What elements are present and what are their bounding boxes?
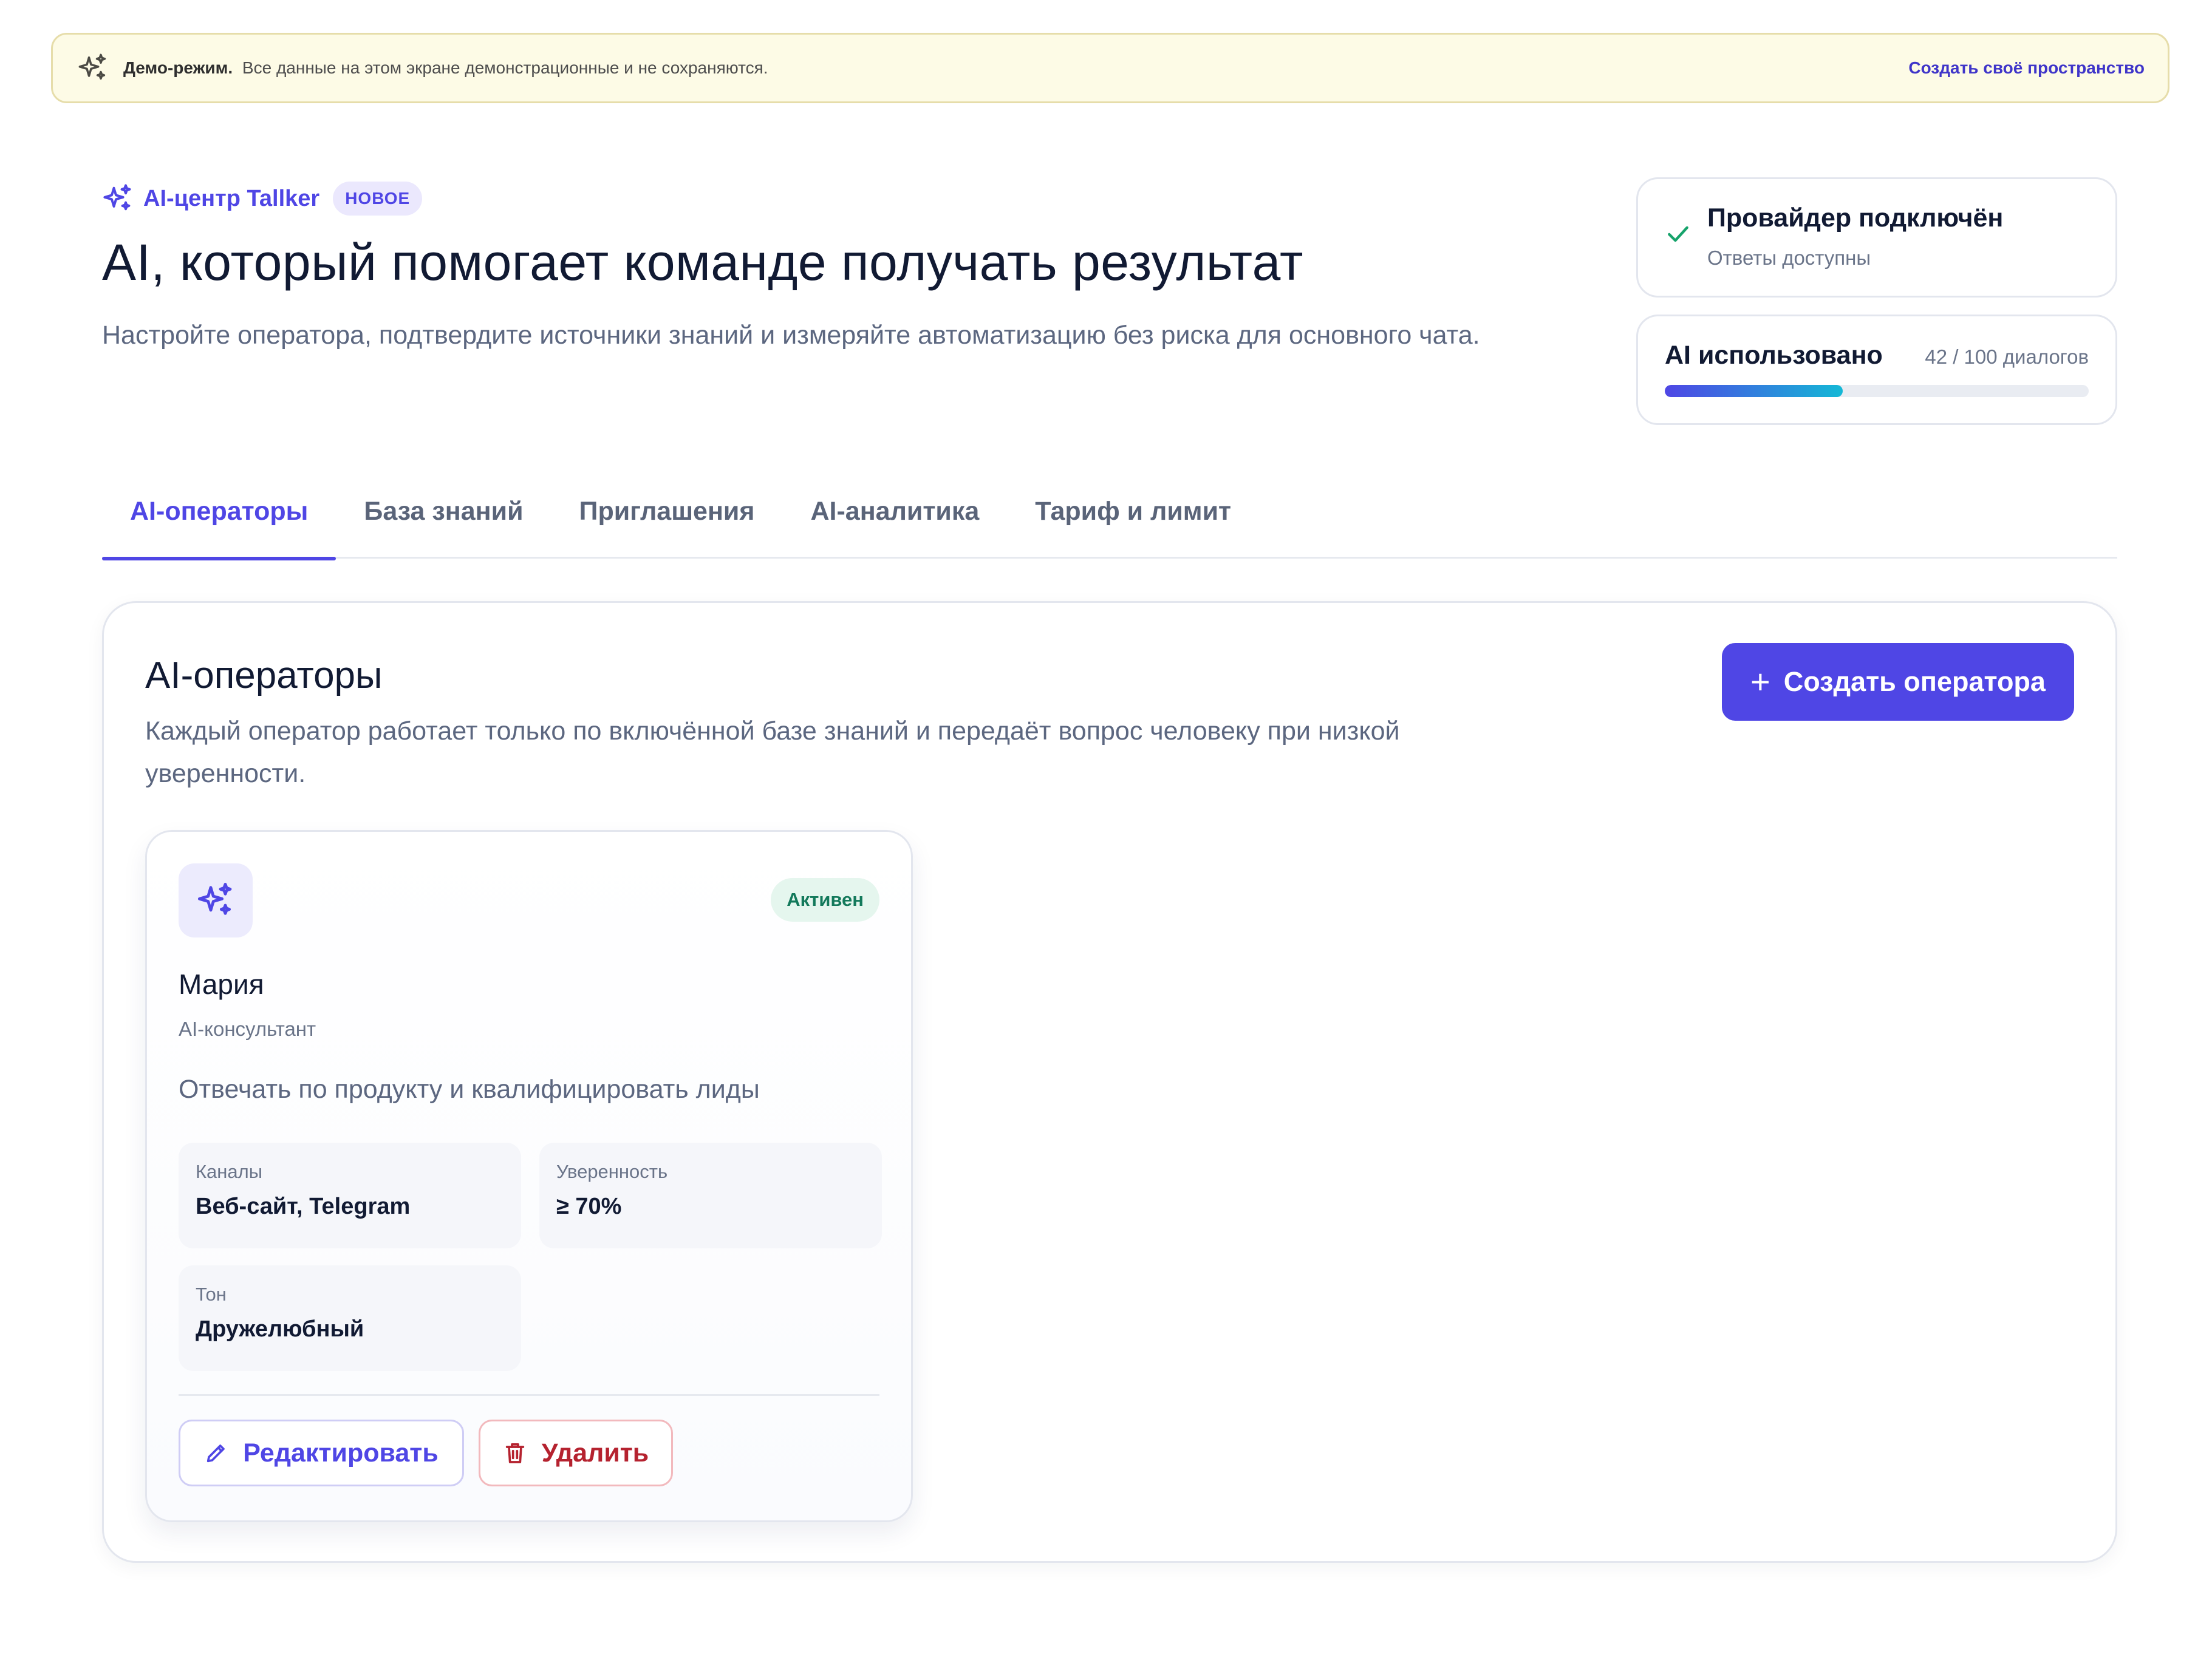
sparkles-icon <box>196 881 235 920</box>
tab-ai-analytics[interactable]: AI-аналитика <box>782 480 1007 559</box>
operator-role: AI-консультант <box>179 1018 316 1040</box>
demo-banner: Демо-режим. Все данные на этом экране де… <box>51 33 2169 103</box>
create-operator-button[interactable]: + Создать оператора <box>1722 643 2074 721</box>
edit-operator-label: Редактировать <box>243 1438 439 1468</box>
hero-tag: AI-центр Tallker НОВОЕ <box>102 177 423 220</box>
field-value: ≥ 70% <box>556 1194 622 1219</box>
tabs: AI-операторы База знаний Приглашения AI-… <box>102 480 2117 560</box>
provider-status-title: Провайдер подключён <box>1707 203 2004 233</box>
ai-usage-progress-fill <box>1665 385 1843 397</box>
demo-banner-message: Все данные на этом экране демонстрационн… <box>242 58 768 77</box>
operator-name: Мария <box>179 968 264 1000</box>
ai-usage-card: AI использовано 42 / 100 диалогов <box>1636 315 2117 425</box>
check-icon <box>1665 220 1691 247</box>
page-subtitle: Настройте оператора, подтвердите источни… <box>102 321 1480 350</box>
operator-status-badge: Активен <box>771 878 879 922</box>
trash-icon <box>503 1441 527 1465</box>
tab-plan-and-limit[interactable]: Тариф и лимит <box>1007 480 1259 559</box>
field-value: Дружелюбный <box>196 1316 364 1342</box>
panel-subtitle: Каждый оператор работает только по включ… <box>145 716 1400 788</box>
ai-usage-progress-bar <box>1665 385 2089 397</box>
sparkles-icon <box>102 183 134 214</box>
demo-banner-text: Демо-режим. Все данные на этом экране де… <box>123 58 1908 78</box>
demo-banner-title: Демо-режим. <box>123 58 233 77</box>
panel-title: AI-операторы <box>145 655 383 696</box>
ai-usage-title: AI использовано <box>1665 341 1883 370</box>
operator-field-channels: Каналы Веб-сайт, Telegram <box>179 1143 521 1248</box>
ai-usage-count: 42 / 100 диалогов <box>1925 345 2089 368</box>
operator-field-tone: Тон Дружелюбный <box>179 1265 521 1371</box>
tab-ai-operators[interactable]: AI-операторы <box>102 480 336 560</box>
field-label: Каналы <box>196 1161 263 1182</box>
operator-goal: Отвечать по продукту и квалифицировать л… <box>179 1075 760 1104</box>
tab-invitations[interactable]: Приглашения <box>551 480 783 559</box>
provider-status-card: Провайдер подключён Ответы доступны <box>1636 177 2117 298</box>
pencil-icon <box>204 1441 228 1465</box>
operator-avatar <box>179 863 253 937</box>
new-badge: НОВОЕ <box>333 182 423 216</box>
page-title: AI, который помогает команде получать ре… <box>102 234 1303 291</box>
operators-panel: AI-операторы Каждый оператор работает то… <box>102 601 2117 1563</box>
tab-knowledge-base[interactable]: База знаний <box>336 480 551 559</box>
field-value: Веб-сайт, Telegram <box>196 1194 411 1219</box>
edit-operator-button[interactable]: Редактировать <box>179 1420 464 1486</box>
plus-icon: + <box>1750 662 1770 701</box>
sparkles-icon <box>77 52 109 84</box>
operator-field-confidence: Уверенность ≥ 70% <box>539 1143 882 1248</box>
provider-status-subtitle: Ответы доступны <box>1707 247 1871 269</box>
delete-operator-label: Удалить <box>541 1438 649 1468</box>
hero-tag-name: AI-центр Tallker <box>143 185 320 211</box>
delete-operator-button[interactable]: Удалить <box>479 1420 673 1486</box>
create-space-link[interactable]: Создать своё пространство <box>1908 58 2145 78</box>
field-label: Уверенность <box>556 1161 668 1182</box>
divider <box>179 1394 879 1396</box>
field-label: Тон <box>196 1284 227 1305</box>
operator-card: Активен Мария AI-консультант Отвечать по… <box>145 830 913 1522</box>
create-operator-label: Создать оператора <box>1783 666 2046 697</box>
